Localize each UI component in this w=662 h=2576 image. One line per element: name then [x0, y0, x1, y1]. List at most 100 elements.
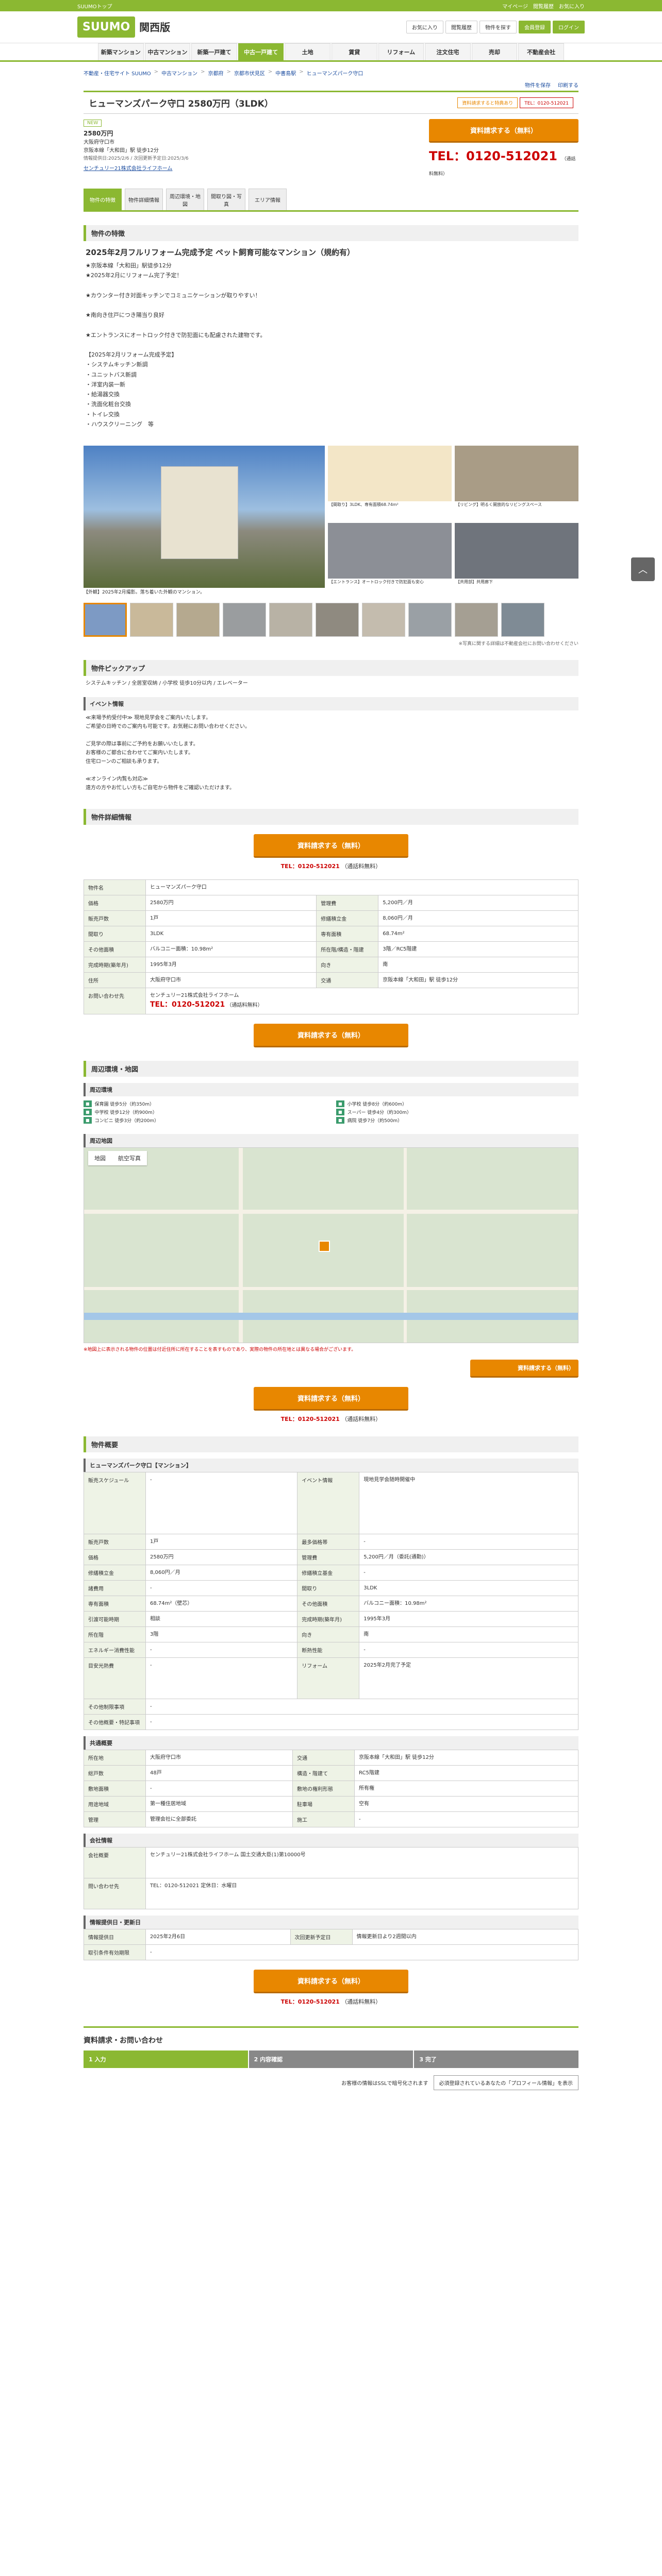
- area-map[interactable]: 地図 航空写真: [84, 1147, 578, 1343]
- thumbnail[interactable]: [316, 602, 359, 637]
- map-tab-map[interactable]: 地図: [88, 1151, 112, 1165]
- main-photo[interactable]: [84, 446, 325, 588]
- thumbnail[interactable]: [176, 602, 220, 637]
- summary: NEW 2580万円 大阪府守口市 京阪本線「大和田」駅 徒歩12分 情報提供日…: [84, 119, 189, 178]
- tel-note: （通話料無料）: [341, 1998, 382, 2005]
- event-body: ≪来場予約受付中≫ 現地見学会をご案内いたします。 ご希望の日時でのご案内も可能…: [84, 710, 578, 795]
- photo-cell[interactable]: 【エントランス】オートロック付きで防犯面も安心: [328, 523, 452, 593]
- thumbnail[interactable]: [269, 602, 312, 637]
- gnav-company[interactable]: 不動産会社: [518, 43, 564, 60]
- photo-cell[interactable]: 【共用部】共用廊下: [455, 523, 578, 593]
- photo-cell[interactable]: 【リビング】明るく開放的なリビングスペース: [455, 446, 578, 516]
- request-button-bottom[interactable]: 資料請求する（無料）: [254, 1969, 408, 1993]
- tel-badge[interactable]: TEL：0120-512021: [520, 97, 573, 108]
- tab-area[interactable]: エリア情報: [249, 189, 287, 210]
- thumbnail-strip: [84, 602, 578, 637]
- table-row: 価格 2580万円 管理費 5,200円／月（委託(通勤)）: [84, 1549, 578, 1565]
- page-top-button[interactable]: ︿: [631, 557, 655, 581]
- topbar-history[interactable]: 閲覧履歴: [533, 2, 554, 10]
- thumbnail[interactable]: [455, 602, 498, 637]
- request-button-spec[interactable]: 資料請求する（無料）: [254, 834, 408, 858]
- thumbnail[interactable]: [223, 602, 266, 637]
- thumbnail[interactable]: [84, 602, 127, 637]
- history-button[interactable]: 閲覧履歴: [445, 21, 477, 33]
- area-label: 関西版: [139, 21, 171, 33]
- request-button-map-center[interactable]: 資料請求する（無料）: [254, 1386, 408, 1411]
- summary-updated: 情報提供日:2025/2/6 / 次回更新予定日:2025/3/6: [84, 156, 189, 162]
- summary-station: 京阪本線「大和田」駅 徒歩12分: [84, 148, 159, 154]
- gnav-land[interactable]: 土地: [285, 43, 330, 60]
- nearby-sub2: 周辺地図: [84, 1133, 578, 1147]
- tel-note: （通話料無料）: [341, 862, 382, 870]
- feature-line: ・給湯器交換: [86, 391, 120, 398]
- search-button[interactable]: 物件を探す: [479, 21, 517, 33]
- topbar-home-link[interactable]: SUUMOトップ: [77, 2, 112, 10]
- photo-gallery: 【外観】2025年2月撮影。落ち着いた外観のマンション。 【間取り】3LDK、専…: [84, 446, 578, 598]
- map-tab-aerial[interactable]: 航空写真: [112, 1151, 147, 1165]
- company-name[interactable]: センチュリー21株式会社ライフホーム: [150, 993, 239, 998]
- tab-features[interactable]: 物件の特徴: [84, 189, 122, 210]
- spec-heading: 物件詳細情報: [84, 808, 578, 825]
- table-row: その他面積 バルコニー面積：10.98m² 所在階/構造・階建 3階／RC5階建: [84, 941, 578, 957]
- request-button-map[interactable]: 資料請求する（無料）: [470, 1359, 578, 1378]
- topbar-favorite[interactable]: お気に入り: [559, 2, 585, 10]
- profile-button[interactable]: 必須登録されているあなたの「プロフィール情報」を表示: [433, 2075, 578, 2090]
- table-row: お問い合わせ先 センチュリー21株式会社ライフホーム TEL：0120-512021…: [84, 987, 578, 1014]
- company-heading: 会社情報: [84, 1833, 578, 1847]
- hallway-image: [455, 523, 578, 579]
- company-tel: TEL：0120-512021: [150, 1000, 225, 1009]
- event-line: [86, 731, 576, 740]
- table-row: 間取り 3LDK 専有面積 68.74m²: [84, 925, 578, 942]
- gnav-sell[interactable]: 売却: [471, 43, 518, 60]
- amenity-list: ■ 保育園 徒歩5分（約350m） ■ 小学校 徒歩8分（約600m） ■ 中学校 徒…: [84, 1096, 578, 1128]
- request-form-section: 資料請求・お問い合わせ 1 入力 2 内容確認 3 完了 お客様の情報はSSLで…: [84, 2026, 579, 2090]
- logo[interactable]: SUUMO 関西版: [77, 16, 170, 38]
- crumb-2[interactable]: 京都府: [208, 69, 223, 77]
- crumb-0[interactable]: 不動産・住宅サイト SUUMO: [84, 69, 151, 77]
- gnav-new-mansion[interactable]: 新築マンション: [98, 43, 144, 60]
- list-item: ■ 保育園 徒歩5分（約350m）: [84, 1100, 326, 1107]
- table-row: 物件名 ヒューマンズパーク守口: [84, 879, 578, 895]
- floorplan-image: [328, 446, 452, 501]
- gnav-used-mansion[interactable]: 中古マンション: [144, 43, 191, 60]
- login-button[interactable]: ログイン: [553, 21, 585, 33]
- nearby-sub1: 周辺環境: [84, 1082, 578, 1096]
- step-complete: 3 完了: [414, 2050, 579, 2068]
- thumbnail[interactable]: [501, 602, 544, 637]
- summary-company[interactable]: センチュリー21株式会社ライフホーム: [84, 165, 189, 173]
- gnav-custom[interactable]: 注文住宅: [425, 43, 471, 60]
- gnav-reform[interactable]: リフォーム: [378, 43, 424, 60]
- map-note: ※地図上に表示される物件の位置は付近住所に所在することを表すものであり、実際の物…: [84, 1347, 356, 1352]
- tab-map[interactable]: 周辺環境・地図: [166, 189, 204, 210]
- request-button-spec-bottom[interactable]: 資料請求する（無料）: [254, 1023, 408, 1047]
- print-link[interactable]: 印刷する: [558, 81, 578, 89]
- favorite-button[interactable]: お気に入り: [406, 21, 443, 33]
- event-line: ご見学の際は事前にご予約をお願いいたします。: [86, 741, 198, 747]
- topbar-mypage[interactable]: マイページ: [502, 2, 528, 10]
- table-row: 引渡可能時期 相談 完成時期(築年月) 1995年3月: [84, 1611, 578, 1627]
- crumb-1[interactable]: 中古マンション: [161, 69, 197, 77]
- global-nav: 新築マンション 中古マンション 新築一戸建て 中古一戸建て 土地 賃貸 リフォー…: [0, 43, 662, 62]
- tab-photos[interactable]: 間取り図・写真: [207, 189, 245, 210]
- crumb-3[interactable]: 京都市伏見区: [234, 69, 265, 77]
- bonus-badge[interactable]: 資料請求すると特典あり: [457, 97, 518, 108]
- gnav-used-house[interactable]: 中古一戸建て: [238, 43, 284, 60]
- crumb-4[interactable]: 中書島駅: [275, 69, 296, 77]
- property-pin-icon[interactable]: [319, 1240, 330, 1252]
- gnav-rent[interactable]: 賃貸: [331, 43, 377, 60]
- building-image: [161, 466, 238, 559]
- tab-details[interactable]: 物件詳細情報: [125, 189, 163, 210]
- save-link[interactable]: 物件を保存: [525, 81, 551, 89]
- thumbnail[interactable]: [408, 602, 452, 637]
- thumbnail[interactable]: [130, 602, 173, 637]
- request-button-top[interactable]: 資料請求する（無料）: [429, 119, 578, 143]
- tel-number: TEL：0120-512021: [429, 149, 558, 163]
- amenity-icon: ■: [336, 1108, 344, 1115]
- thumbnail[interactable]: [362, 602, 405, 637]
- table-row: 目安光熱費 - リフォーム 2025年2月完了予定: [84, 1657, 578, 1699]
- gnav-new-house[interactable]: 新築一戸建て: [191, 43, 237, 60]
- step-input: 1 入力: [84, 2050, 248, 2068]
- register-button[interactable]: 会員登録: [519, 21, 551, 33]
- photo-cell[interactable]: 【間取り】3LDK、専有面積68.74m²: [328, 446, 452, 516]
- feature-line: ・システムキッチン新調: [86, 361, 148, 368]
